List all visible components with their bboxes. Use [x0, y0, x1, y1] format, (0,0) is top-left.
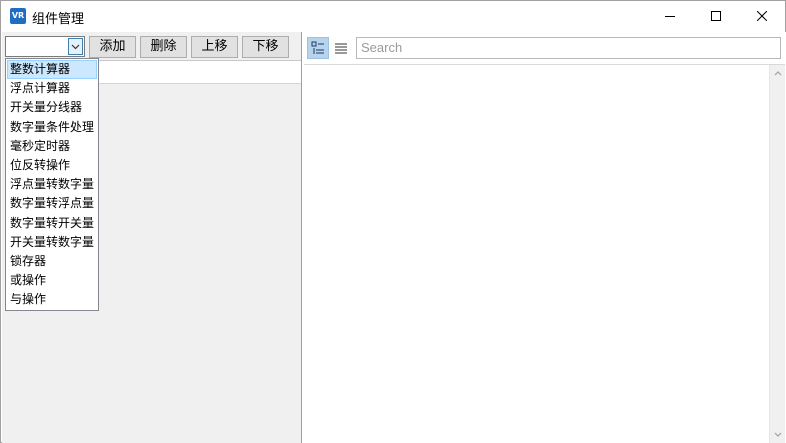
move-down-button[interactable]: 下移 — [242, 36, 289, 58]
list-icon — [335, 43, 347, 54]
combo-dropdown-button[interactable] — [68, 38, 83, 55]
window: VR 组件管理 添加 删除 上移 下移 Search 整数计算器 浮点计算器 开… — [0, 0, 786, 443]
chevron-down-icon — [71, 44, 80, 49]
property-grid[interactable] — [304, 64, 785, 443]
property-grid-pane: Search — [302, 32, 786, 443]
dropdown-item[interactable]: 位反转操作 — [7, 156, 97, 175]
app-icon: VR — [10, 8, 26, 24]
minimize-icon — [665, 16, 675, 17]
component-type-dropdown-list[interactable]: 整数计算器 浮点计算器 开关量分线器 数字量条件处理 毫秒定时器 位反转操作 浮点量转数字量… — [5, 58, 99, 311]
dropdown-item[interactable]: 数字量转浮点量 — [7, 194, 97, 213]
maximize-button[interactable] — [693, 1, 739, 31]
dropdown-item[interactable]: 开关量分线器 — [7, 98, 97, 117]
alphabetical-view-button[interactable] — [330, 37, 352, 59]
add-button[interactable]: 添加 — [89, 36, 136, 58]
delete-button[interactable]: 删除 — [140, 36, 187, 58]
close-button[interactable] — [739, 1, 785, 31]
dropdown-item[interactable]: 或操作 — [7, 271, 97, 290]
dropdown-item[interactable]: 锁存器 — [7, 252, 97, 271]
categorized-icon — [311, 41, 324, 54]
component-type-combo[interactable] — [5, 36, 85, 57]
minimize-button[interactable] — [647, 1, 693, 31]
dropdown-item[interactable]: 开关量转数字量 — [7, 233, 97, 252]
move-up-button[interactable]: 上移 — [191, 36, 238, 58]
maximize-icon — [711, 11, 721, 21]
vertical-scrollbar[interactable] — [769, 65, 785, 443]
dropdown-item[interactable]: 毫秒定时器 — [7, 137, 97, 156]
dropdown-item[interactable]: 数字量条件处理 — [7, 118, 97, 137]
dropdown-item[interactable]: 与操作 — [7, 290, 97, 309]
search-input[interactable]: Search — [356, 37, 781, 59]
dropdown-item[interactable]: 浮点量转数字量 — [7, 175, 97, 194]
scroll-up-icon[interactable] — [774, 70, 782, 76]
categorized-view-button[interactable] — [307, 37, 329, 59]
window-title: 组件管理 — [32, 12, 85, 27]
scroll-down-icon[interactable] — [774, 432, 782, 438]
title-bar[interactable]: VR 组件管理 — [1, 1, 785, 32]
dropdown-item[interactable]: 整数计算器 — [7, 60, 97, 80]
dropdown-item[interactable]: 浮点计算器 — [7, 79, 97, 98]
close-icon — [757, 11, 767, 21]
dropdown-item[interactable]: 数字量转开关量 — [7, 214, 97, 233]
